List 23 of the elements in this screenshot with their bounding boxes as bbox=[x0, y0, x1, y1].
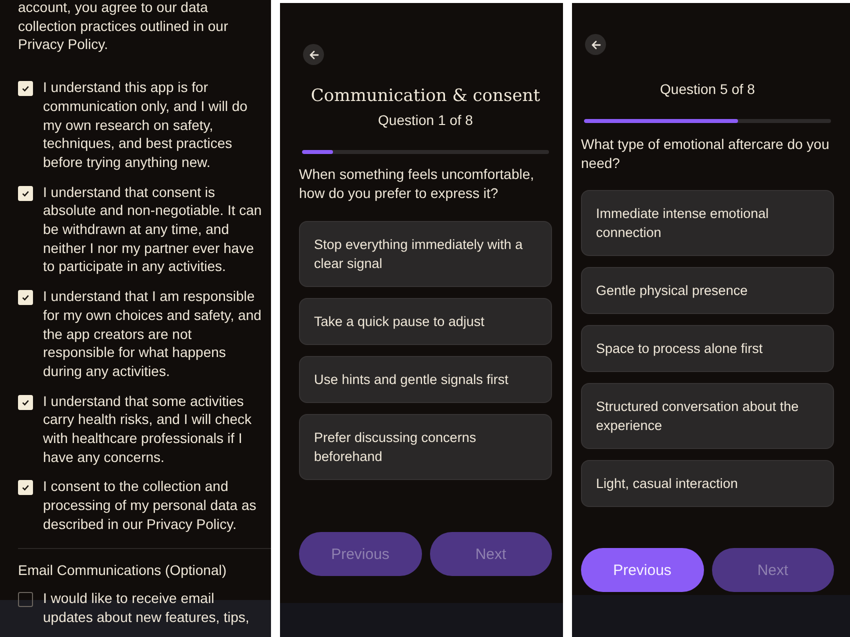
checkbox-label: I would like to receive email updates about new features, tips, bbox=[43, 589, 250, 627]
answer-option[interactable]: Space to process alone first bbox=[581, 325, 834, 372]
answer-option[interactable]: Take a quick pause to adjust bbox=[299, 298, 552, 345]
checkbox-label: I understand this app is for communication only, and I will do my own research on safety, techniques, and best practices before trying anything new. bbox=[43, 78, 248, 172]
answer-option[interactable]: Use hints and gentle signals first bbox=[299, 356, 552, 403]
answer-option[interactable]: Stop everything immediately with a clear signal bbox=[299, 221, 552, 287]
checkbox-label: I understand that I am responsible for my own choices and safety, and the app creators are not responsible for what happens during any activities. bbox=[43, 287, 262, 381]
answer-option[interactable]: Structured conversation about the experience bbox=[581, 383, 834, 449]
answer-option[interactable]: Prefer discussing concerns beforehand bbox=[299, 414, 552, 480]
question-text: What type of emotional aftercare do you need? bbox=[581, 135, 830, 173]
question-counter: Question 5 of 8 bbox=[659, 81, 756, 97]
answer-option[interactable]: Light, casual interaction bbox=[581, 460, 834, 507]
screen-title: Communication & consent bbox=[310, 86, 542, 106]
answer-option[interactable]: Gentle physical presence bbox=[581, 267, 834, 314]
section-heading: Email Communications (Optional) bbox=[18, 560, 228, 580]
question-counter: Question 1 of 8 bbox=[377, 112, 474, 128]
checkbox-label: I consent to the collection and processing of my personal data as described in our Privacy Policy. bbox=[43, 477, 258, 534]
checkbox-label: I understand that some activities carry health risks, and I will check with healthcare professionals if I have any concerns. bbox=[43, 392, 253, 466]
previous-button[interactable]: Previous bbox=[581, 548, 704, 592]
question-text: When something feels uncomfortable, how do you prefer to express it? bbox=[299, 165, 536, 203]
answer-option[interactable]: Immediate intense emotional connection bbox=[581, 190, 834, 256]
checkbox-label: I understand that consent is absolute and non-negotiable. It can be withdrawn at any time, and neither I nor my partner ever have to participate in any activities. bbox=[43, 182, 263, 276]
intro-paragraph: account, you agree to our data collection practices outlined in our Privacy Policy. bbox=[18, 0, 230, 54]
